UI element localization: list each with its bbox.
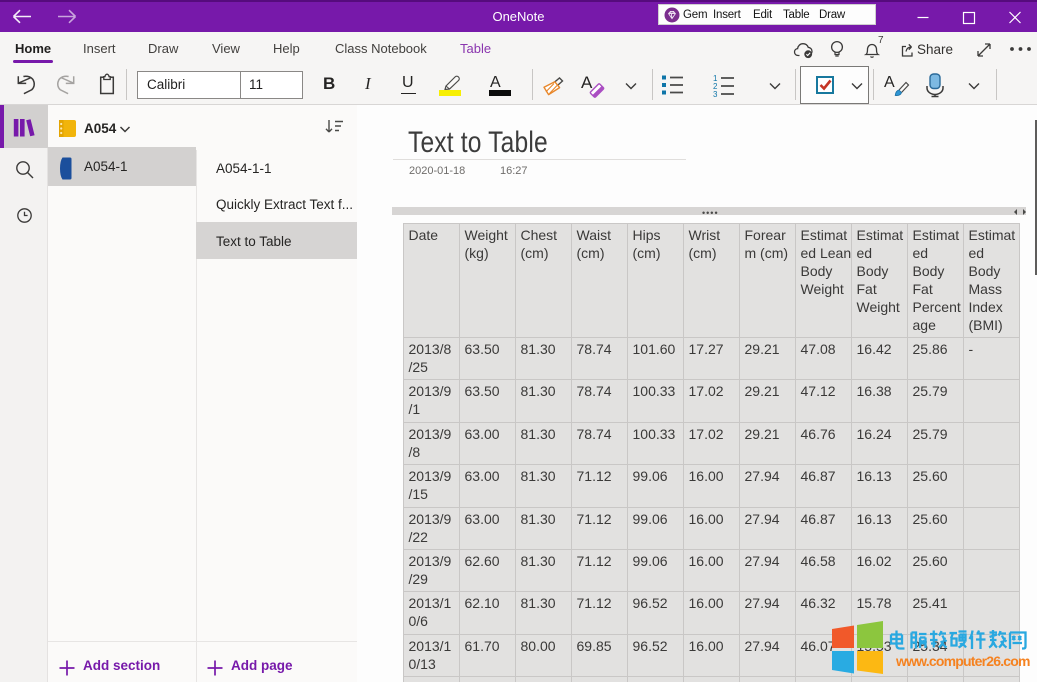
svg-text:3: 3 [713, 90, 718, 98]
